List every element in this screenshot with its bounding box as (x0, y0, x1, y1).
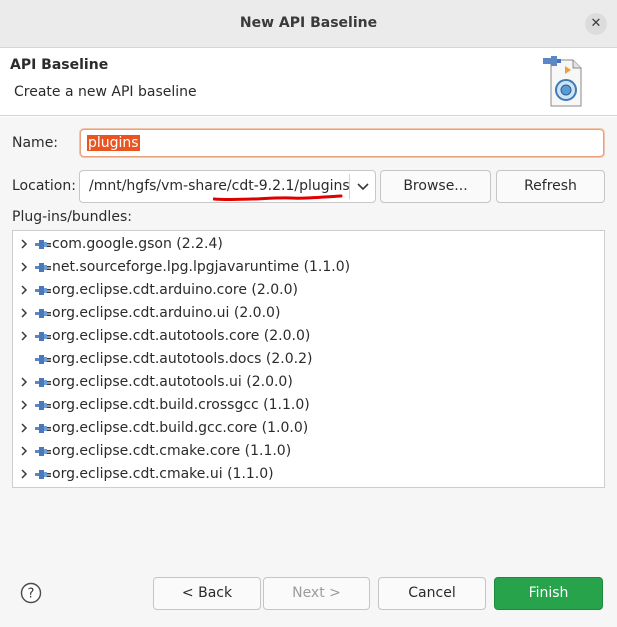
tree-item[interactable]: org.eclipse.cdt.autotools.core (2.0.0) (13, 325, 604, 348)
name-field[interactable]: plugins (80, 129, 604, 157)
chevron-right-icon[interactable] (19, 284, 29, 296)
plugin-icon (35, 470, 51, 479)
plugin-icon (35, 447, 51, 456)
chevron-right-icon[interactable] (19, 307, 29, 319)
plugin-icon (35, 424, 51, 433)
annotation-underline (213, 194, 343, 202)
next-button[interactable]: Next > (263, 577, 370, 610)
chevron-right-icon[interactable] (19, 468, 29, 480)
tree-item-label: org.eclipse.cdt.arduino.ui (2.0.0) (52, 305, 281, 321)
tree-item[interactable]: org.eclipse.cdt.cmake.ui (1.1.0) (13, 463, 604, 486)
tree-item[interactable]: net.sourceforge.lpg.lpgjavaruntime (1.1.… (13, 256, 604, 279)
tree-item[interactable]: org.eclipse.cdt.arduino.ui (2.0.0) (13, 302, 604, 325)
tree-item[interactable]: org.eclipse.cdt.autotools.ui (2.0.0) (13, 371, 604, 394)
tree-item[interactable]: org.eclipse.cdt.cmake.core (1.1.0) (13, 440, 604, 463)
plugin-icon (35, 355, 51, 364)
wizard-header: API Baseline Create a new API baseline (0, 48, 617, 116)
header-description: Create a new API baseline (14, 84, 197, 100)
bundle-tree[interactable]: com.google.gson (2.2.4) net.sourceforge.l… (12, 230, 605, 488)
tree-item[interactable]: org.eclipse.cdt.build.gcc.core (1.0.0) (13, 417, 604, 440)
chevron-right-icon[interactable] (19, 399, 29, 411)
tree-item-label: org.eclipse.cdt.cmake.ui (1.1.0) (52, 466, 274, 482)
plugin-icon (35, 378, 51, 387)
bundles-label: Plug-ins/bundles: (12, 209, 132, 225)
tree-item-label: org.eclipse.cdt.build.crossgcc (1.1.0) (52, 397, 310, 413)
tree-item-label: net.sourceforge.lpg.lpgjavaruntime (1.1.… (52, 259, 351, 275)
tree-item-label: com.google.gson (2.2.4) (52, 236, 223, 252)
wizard-content: Name: plugins Location: /mnt/hgfs/vm-sha… (0, 117, 617, 627)
chevron-right-icon[interactable] (19, 376, 29, 388)
chevron-right-icon[interactable] (19, 445, 29, 457)
title-bar: New API Baseline ✕ (0, 0, 617, 48)
chevron-right-icon[interactable] (19, 261, 29, 273)
chevron-right-icon[interactable] (19, 422, 29, 434)
api-baseline-wizard-icon (543, 56, 582, 107)
cancel-button[interactable]: Cancel (378, 577, 486, 610)
chevron-right-icon[interactable] (19, 330, 29, 342)
browse-button[interactable]: Browse... (380, 170, 491, 203)
chevron-right-icon[interactable] (19, 238, 29, 250)
name-label: Name: (12, 135, 59, 151)
finish-button[interactable]: Finish (494, 577, 603, 610)
tree-item-label: org.eclipse.cdt.autotools.core (2.0.0) (52, 328, 311, 344)
svg-text:?: ? (28, 587, 35, 602)
tree-item-label: org.eclipse.cdt.arduino.core (2.0.0) (52, 282, 298, 298)
plugin-icon (35, 309, 51, 318)
close-icon: ✕ (590, 16, 602, 31)
plugin-icon (35, 240, 51, 249)
refresh-button[interactable]: Refresh (496, 170, 605, 203)
name-field-value: plugins (87, 135, 140, 151)
plugin-icon (35, 263, 51, 272)
tree-item-label: org.eclipse.cdt.autotools.docs (2.0.2) (52, 351, 313, 367)
help-icon[interactable]: ? (20, 582, 42, 604)
tree-item[interactable]: org.eclipse.cdt.arduino.core (2.0.0) (13, 279, 604, 302)
tree-item-label: org.eclipse.cdt.autotools.ui (2.0.0) (52, 374, 293, 390)
chevron-down-icon[interactable] (356, 179, 370, 193)
plugin-icon (35, 286, 51, 295)
tree-item[interactable]: com.google.gson (2.2.4) (13, 233, 604, 256)
plugin-icon (35, 332, 51, 341)
tree-item[interactable]: org.eclipse.cdt.build.crossgcc (1.1.0) (13, 394, 604, 417)
back-button[interactable]: < Back (153, 577, 261, 610)
tree-item-label: org.eclipse.cdt.cmake.core (1.1.0) (52, 443, 292, 459)
header-title: API Baseline (10, 57, 109, 73)
window-title: New API Baseline (239, 15, 378, 31)
close-button[interactable]: ✕ (585, 13, 607, 35)
plugin-icon (35, 401, 51, 410)
tree-item[interactable]: org.eclipse.cdt.autotools.docs (2.0.2) (13, 348, 604, 371)
location-label: Location: (12, 178, 76, 194)
combo-divider (349, 174, 350, 199)
tree-item-label: org.eclipse.cdt.build.gcc.core (1.0.0) (52, 420, 309, 436)
